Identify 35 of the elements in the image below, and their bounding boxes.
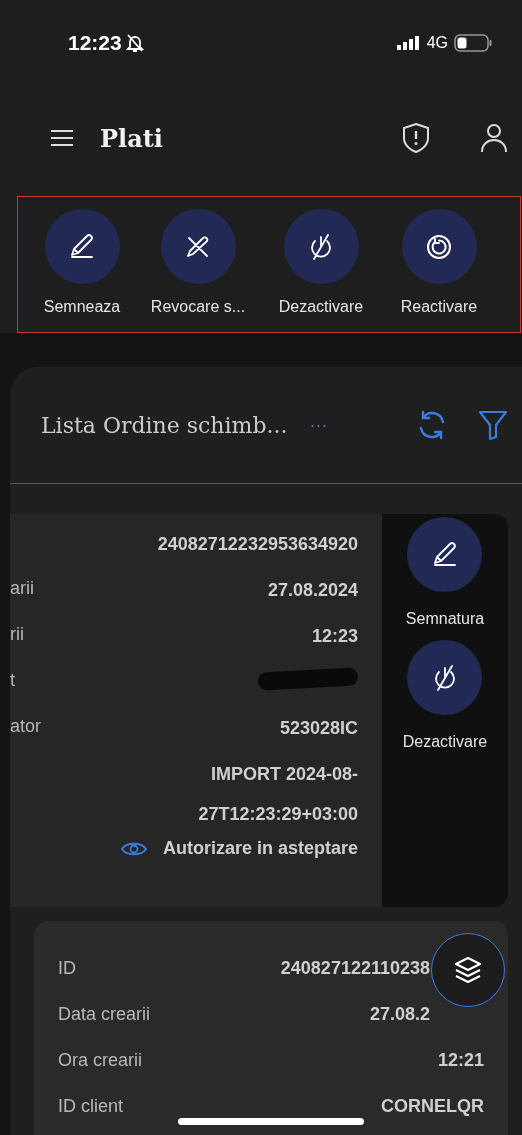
action-button[interactable]: Dezactivare [262,209,380,332]
field-value: 27.08.2 [369,1003,430,1026]
page-title: Plati [100,123,163,153]
field-label: Data crearii [58,1003,151,1025]
field-value: CORNELQR [381,1095,484,1118]
status-time: 12:23 [68,31,122,55]
field-label: ator [10,716,42,737]
status-text: Autorizare in asteptare [162,838,358,859]
list-title: Lista Ordine schimb... [41,412,288,438]
muted-bell-icon [125,33,144,53]
field-label: arii [10,578,34,599]
field-label: rii [10,624,24,645]
field-value: 523028IC [279,717,358,740]
filter-icon[interactable] [478,409,508,441]
user-icon[interactable] [480,122,508,154]
field-value: 12:21 [437,1049,484,1072]
field-value: 27.08.2024 [267,579,358,602]
field-value: 240827122110238 [280,957,430,980]
field-label: ID [58,957,76,979]
battery-icon [454,34,492,52]
layers-icon [453,955,483,985]
field-label: Ora crearii [58,1049,142,1071]
network-type: 4G [426,34,448,52]
more-button[interactable]: ··· [309,414,328,436]
menu-icon[interactable] [50,129,74,147]
field-value: IMPORT 2024-08- 27T12:23:29+03:00 [198,763,358,826]
shield-alert-icon[interactable] [402,122,430,154]
action-button[interactable]: Reactivare [380,209,498,332]
action-button[interactable]: Semneaza [30,209,134,332]
field-value: 24082712232953634920 [157,533,358,556]
field-label: ID client [58,1095,124,1117]
field-value: 12:23 [311,625,358,648]
action-button[interactable]: Revocare s... [134,209,262,332]
field-label: t [10,670,15,691]
signal-icon [396,36,421,50]
